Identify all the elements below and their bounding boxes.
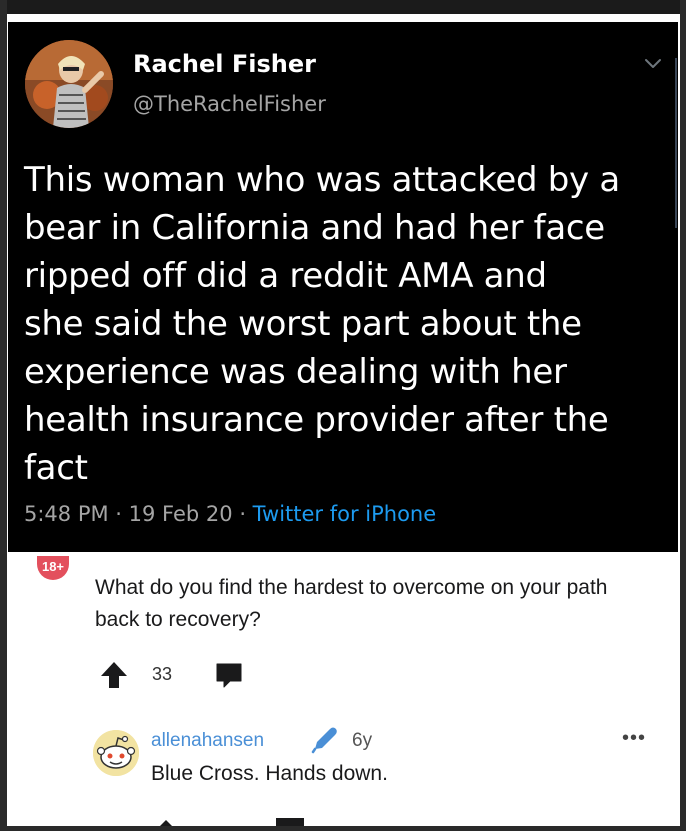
avatar-photo [25, 40, 113, 128]
tweet-source-link[interactable]: Twitter for iPhone [253, 502, 437, 526]
right-border [680, 0, 686, 831]
comment-icon[interactable] [214, 660, 244, 690]
avatar[interactable] [25, 40, 113, 128]
meta-separator: · [108, 502, 129, 526]
more-icon[interactable]: ••• [622, 728, 646, 748]
tweet-card: Rachel Fisher @TheRachelFisher This woma… [8, 22, 678, 552]
tweet-time[interactable]: 5:48 PM [24, 502, 109, 526]
tweet-meta: 5:48 PM · 19 Feb 20 · Twitter for iPhone [24, 502, 436, 526]
top-bar [0, 0, 686, 14]
comment-icon [276, 818, 304, 826]
meta-separator: · [232, 502, 253, 526]
upvote-arrow-icon[interactable] [99, 660, 129, 690]
scroll-indicator [675, 58, 677, 228]
comment-username[interactable]: allenahansen [151, 730, 264, 752]
tweet-text-line: health insurance provider after the [24, 400, 609, 440]
tweet-text-line: she said the worst part about the [24, 304, 582, 344]
reddit-avatar[interactable] [93, 730, 139, 776]
comment-text: Blue Cross. Hands down. [151, 762, 388, 785]
tweet-text-line: experience was dealing with her [24, 352, 567, 392]
nsfw-badge: 18+ [37, 556, 69, 580]
display-name[interactable]: Rachel Fisher [133, 50, 316, 78]
tweet-text-line: bear in California and had her face [24, 208, 605, 248]
left-border [0, 0, 7, 831]
tweet-date[interactable]: 19 Feb 20 [129, 502, 233, 526]
chevron-down-icon[interactable] [642, 52, 664, 74]
question-text: What do you find the hardest to overcome… [95, 576, 608, 631]
tweet-text-line: fact [24, 448, 88, 488]
next-action-row [160, 818, 304, 826]
vote-count: 33 [152, 664, 173, 684]
tweet-text: This woman who was attacked by a bear in… [24, 156, 664, 492]
tweet-text-line: ripped off did a reddit AMA and [24, 256, 547, 296]
tweet-text-line: This woman who was attacked by a [24, 160, 620, 200]
pen-icon [311, 727, 337, 754]
comment-age: 6y [352, 730, 373, 751]
user-handle[interactable]: @TheRachelFisher [133, 92, 326, 116]
bottom-border [0, 826, 686, 831]
snoo-icon [93, 730, 139, 776]
